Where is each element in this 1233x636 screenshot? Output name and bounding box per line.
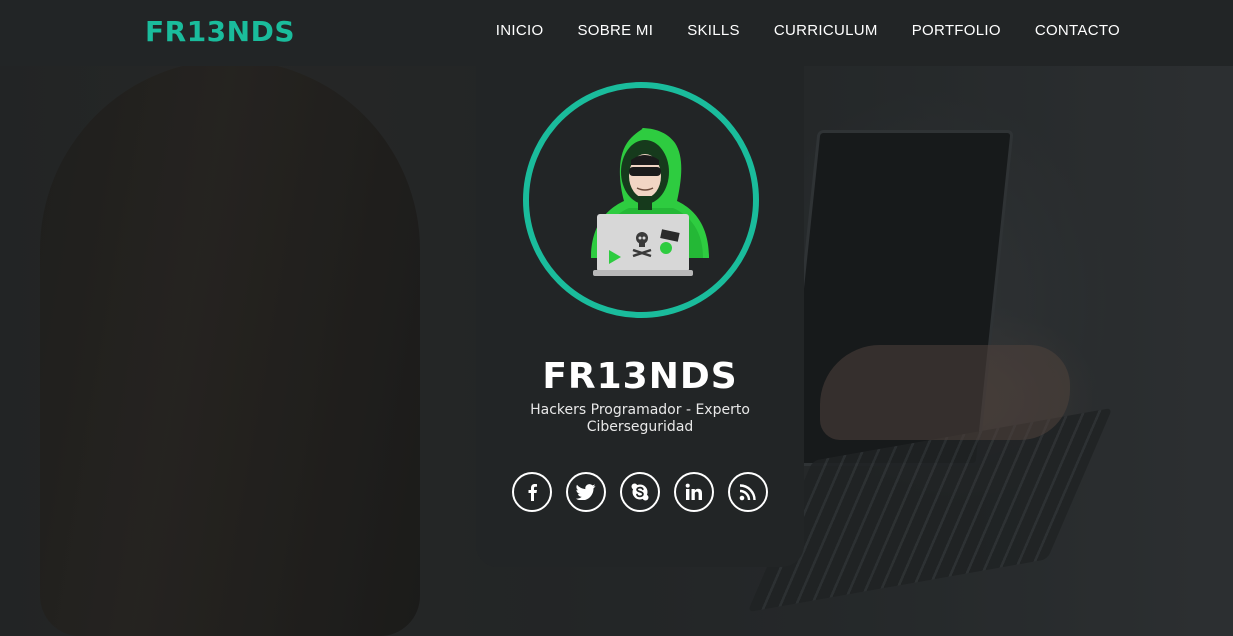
- profile-name: FR13NDS: [542, 356, 738, 397]
- profile-card: FR13NDS Hackers Programador - Experto Ci…: [476, 66, 804, 567]
- navbar: FR13NDS INICIO SOBRE MI SKILLS CURRICULU…: [0, 0, 1233, 66]
- nav-item-contacto[interactable]: CONTACTO: [1035, 22, 1120, 39]
- main-nav: INICIO SOBRE MI SKILLS CURRICULUM PORTFO…: [496, 22, 1120, 39]
- nav-item-skills[interactable]: SKILLS: [687, 22, 740, 39]
- twitter-button[interactable]: [566, 472, 606, 512]
- skype-button[interactable]: [620, 472, 660, 512]
- nav-item-sobre-mi[interactable]: SOBRE MI: [577, 22, 653, 39]
- nav-item-inicio[interactable]: INICIO: [496, 22, 544, 39]
- social-links: [512, 472, 768, 512]
- rss-icon: [739, 484, 756, 501]
- profile-subtitle: Hackers Programador - Experto Cibersegur…: [530, 402, 750, 435]
- facebook-icon: [528, 484, 537, 501]
- rss-button[interactable]: [728, 472, 768, 512]
- linkedin-icon: [685, 483, 702, 500]
- linkedin-button[interactable]: [674, 472, 714, 512]
- nav-item-portfolio[interactable]: PORTFOLIO: [912, 22, 1001, 39]
- brand-logo[interactable]: FR13NDS: [145, 15, 295, 48]
- hacker-avatar-icon: [591, 128, 709, 276]
- nav-item-curriculum[interactable]: CURRICULUM: [774, 22, 878, 39]
- facebook-button[interactable]: [512, 472, 552, 512]
- avatar: [523, 82, 759, 318]
- skype-icon: [631, 483, 649, 501]
- twitter-icon: [576, 484, 596, 500]
